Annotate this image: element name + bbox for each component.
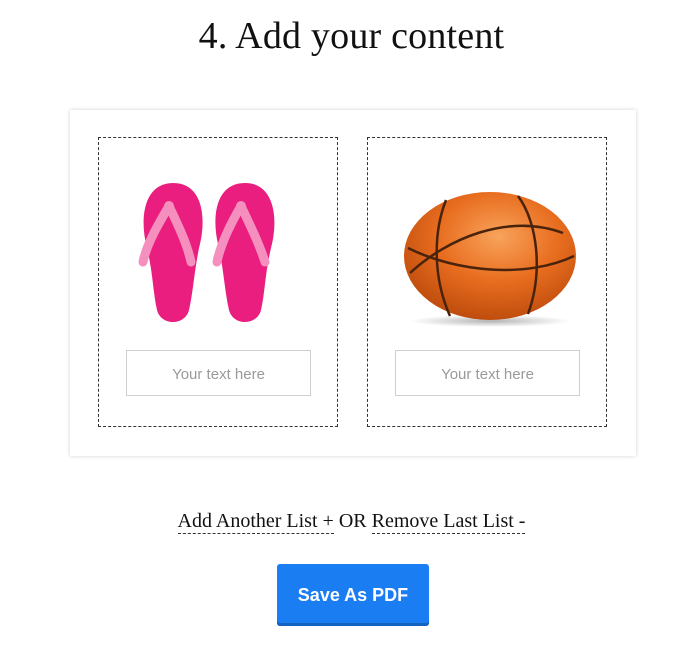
page-title: 4. Add your content xyxy=(198,15,505,57)
list-actions: Add Another List + OR Remove Last List - xyxy=(0,510,693,534)
card-text-input-2[interactable] xyxy=(395,350,580,396)
card-text-input-1[interactable] xyxy=(126,350,311,396)
content-card-1[interactable] xyxy=(98,137,338,427)
or-separator: OR xyxy=(338,510,367,532)
content-panel xyxy=(70,110,636,456)
flip-flops-icon xyxy=(138,183,275,322)
content-card-2[interactable] xyxy=(367,137,607,427)
remove-list-link[interactable]: Remove Last List - xyxy=(371,510,526,534)
add-list-link[interactable]: Add Another List + xyxy=(177,510,334,534)
basketball-icon xyxy=(404,192,576,327)
save-pdf-button[interactable]: Save As PDF xyxy=(277,564,429,626)
